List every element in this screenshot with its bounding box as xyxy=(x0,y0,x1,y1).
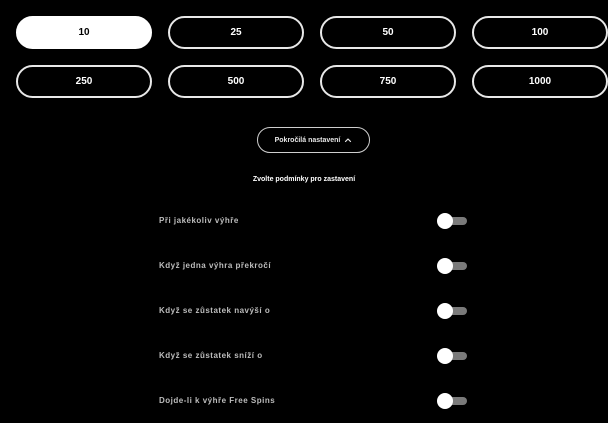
stop-conditions-heading: Zvolte podmínky pro zastavení xyxy=(252,176,356,183)
amount-option-50[interactable]: 50 xyxy=(320,16,456,49)
stop-condition-free-spins-win: Dojde-li k výhře Free Spins xyxy=(159,378,479,423)
stop-condition-balance-decreases: Když se zůstatek sníží o xyxy=(159,333,479,378)
stop-conditions-list: Při jakékoliv výhře Když jedna výhra pře… xyxy=(159,198,479,423)
toggle-knob xyxy=(437,257,453,274)
toggle-knob xyxy=(437,392,453,409)
toggle-knob xyxy=(437,347,453,364)
advanced-settings-button[interactable]: Pokročilá nastavení xyxy=(257,127,370,153)
amount-option-750[interactable]: 750 xyxy=(320,65,456,98)
advanced-settings-label: Pokročilá nastavení xyxy=(274,136,341,144)
autoplay-amount-grid: 10 25 50 100 250 500 750 1000 xyxy=(16,16,608,98)
amount-option-10[interactable]: 10 xyxy=(16,16,152,49)
any-win-toggle[interactable] xyxy=(437,212,467,229)
stop-condition-balance-increases: Když se zůstatek navýší o xyxy=(159,288,479,333)
balance-increases-toggle[interactable] xyxy=(437,302,467,319)
amount-option-1000[interactable]: 1000 xyxy=(472,65,608,98)
single-win-exceeds-toggle[interactable] xyxy=(437,257,467,274)
balance-decreases-toggle[interactable] xyxy=(437,347,467,364)
stop-condition-label: Při jakékoliv výhře xyxy=(159,216,239,225)
amount-option-25[interactable]: 25 xyxy=(168,16,304,49)
stop-condition-label: Když se zůstatek sníží o xyxy=(159,351,263,360)
stop-condition-label: Když se zůstatek navýší o xyxy=(159,306,271,315)
amount-option-500[interactable]: 500 xyxy=(168,65,304,98)
stop-condition-label: Dojde-li k výhře Free Spins xyxy=(159,396,276,405)
free-spins-win-toggle[interactable] xyxy=(437,392,467,409)
toggle-knob xyxy=(437,212,453,229)
chevron-up-icon xyxy=(344,136,352,144)
toggle-knob xyxy=(437,302,453,319)
stop-condition-single-win-exceeds: Když jedna výhra překročí xyxy=(159,243,479,288)
stop-condition-any-win: Při jakékoliv výhře xyxy=(159,198,479,243)
stop-condition-label: Když jedna výhra překročí xyxy=(159,261,272,270)
amount-option-100[interactable]: 100 xyxy=(472,16,608,49)
amount-option-250[interactable]: 250 xyxy=(16,65,152,98)
